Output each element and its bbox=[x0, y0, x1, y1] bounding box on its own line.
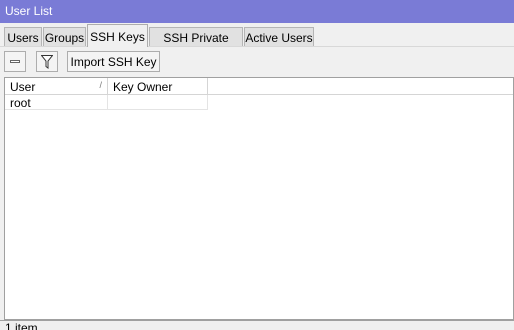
column-header-key-owner-label: Key Owner bbox=[113, 80, 173, 94]
ssh-keys-table[interactable]: User / Key Owner root bbox=[4, 77, 514, 320]
column-header-filler bbox=[208, 78, 513, 95]
column-header-key-owner[interactable]: Key Owner bbox=[108, 78, 208, 95]
tab-groups[interactable]: Groups bbox=[43, 27, 86, 46]
column-header-user-label: User bbox=[10, 80, 36, 94]
table-row[interactable]: root bbox=[5, 95, 513, 110]
window-title: User List bbox=[5, 4, 53, 18]
status-bar: 1 item bbox=[0, 320, 514, 330]
toolbar: Import SSH Key bbox=[0, 46, 514, 76]
filter-icon bbox=[41, 54, 53, 69]
tab-active-users[interactable]: Active Users bbox=[244, 27, 314, 46]
tab-users[interactable]: Users bbox=[4, 27, 42, 46]
import-ssh-key-button[interactable]: Import SSH Key bbox=[67, 51, 160, 72]
filter-button[interactable] bbox=[36, 51, 58, 72]
import-ssh-key-label: Import SSH Key bbox=[70, 54, 157, 69]
window-title-bar[interactable]: User List bbox=[0, 0, 514, 23]
tab-ssh-keys[interactable]: SSH Keys bbox=[87, 24, 148, 47]
column-header-user[interactable]: User / bbox=[5, 78, 108, 95]
cell-user: root bbox=[5, 95, 108, 110]
tab-ssh-private-keys[interactable]: SSH Private Keys bbox=[149, 27, 243, 59]
remove-button[interactable] bbox=[4, 51, 26, 72]
cell-key-owner bbox=[108, 95, 208, 110]
minus-icon bbox=[10, 60, 20, 63]
item-count: 1 item bbox=[5, 321, 38, 330]
sort-indicator-icon: / bbox=[99, 80, 102, 90]
tab-bar: Users Groups SSH Keys SSH Private Keys A… bbox=[0, 23, 514, 59]
